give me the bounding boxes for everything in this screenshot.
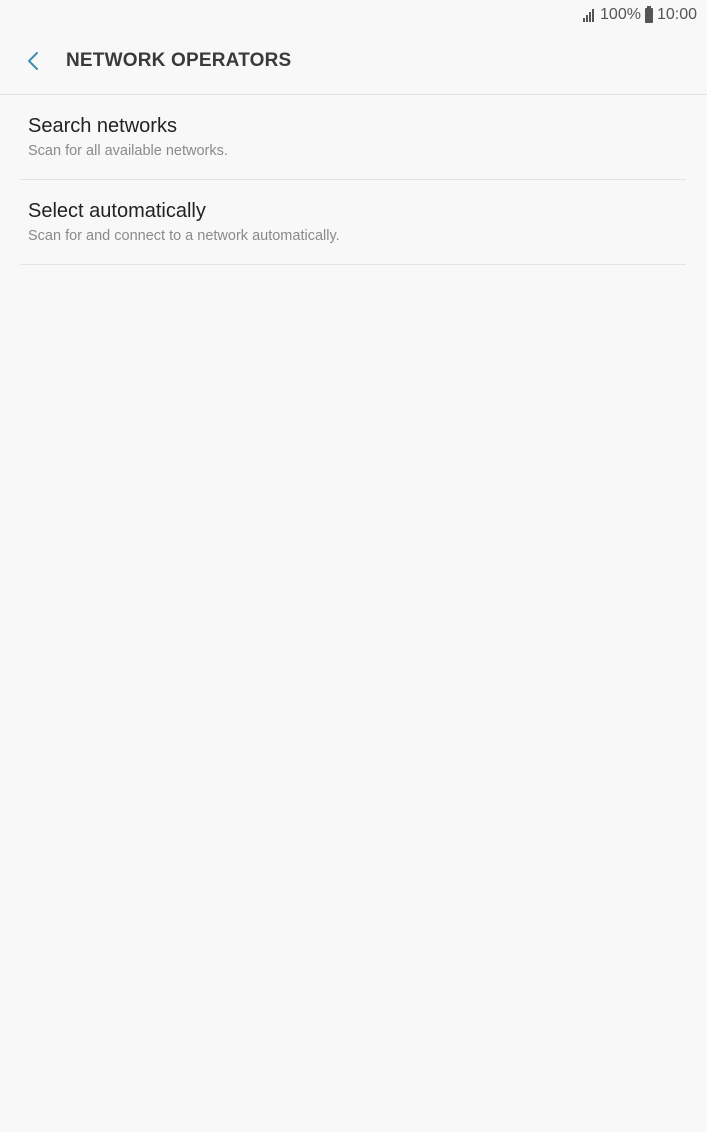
clock-time: 10:00 [656,6,697,23]
list-item-subtitle: Scan for and connect to a network automa… [28,228,340,244]
network-operators-list: Search networks Scan for all available n… [20,95,686,265]
back-button[interactable] [18,46,48,76]
page-title: NETWORK OPERATORS [66,50,292,71]
status-bar: 100% 10:00 [0,0,707,30]
select-automatically-item[interactable]: Select automatically Scan for and connec… [20,180,686,265]
search-networks-item[interactable]: Search networks Scan for all available n… [20,95,686,180]
signal-bars-icon [583,8,595,22]
list-item-title: Select automatically [28,200,206,222]
list-item-subtitle: Scan for all available networks. [28,143,228,159]
chevron-left-icon [28,52,38,70]
status-indicators: 100% 10:00 [583,5,697,25]
battery-full-icon [644,5,653,23]
app-bar: NETWORK OPERATORS [0,30,707,95]
battery-percent: 100% [600,6,641,23]
list-item-title: Search networks [28,115,177,137]
